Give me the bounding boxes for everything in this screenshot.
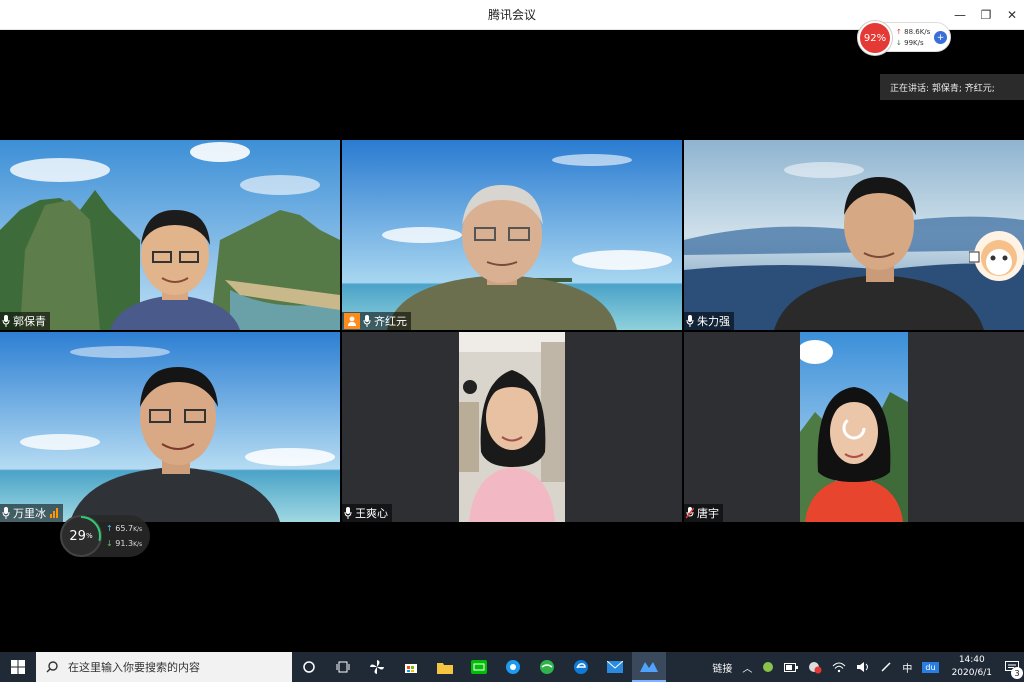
network-monitor-widget[interactable]: 92% ↑ 88.6K/s ↓ 99K/s + [857, 21, 951, 55]
participant-name-tag: 唐宇 [684, 504, 723, 522]
microphone-icon [344, 507, 352, 519]
link-label[interactable]: 链接 [707, 652, 737, 682]
gauge-rates: ↑ 65.7K/s ↓ 91.3K/s [106, 522, 142, 552]
download-rate: 99K/s [904, 39, 924, 47]
microphone-icon [2, 507, 10, 519]
video-tile[interactable]: 万里冰 [0, 332, 340, 522]
windows-logo-icon [11, 660, 25, 674]
gauge-download: 91.3 [115, 539, 134, 548]
rate-unit: K/s [133, 541, 143, 548]
security-alert-icon[interactable] [803, 652, 827, 682]
window-title: 腾讯会议 [487, 8, 536, 22]
video-tile[interactable]: 唐宇 [684, 332, 1024, 522]
participant-name-tag: 朱力强 [684, 312, 734, 330]
participant-name-tag: 王爽心 [342, 504, 392, 522]
search-placeholder: 在这里输入你要搜索的内容 [68, 661, 200, 674]
microphone-icon [363, 315, 371, 327]
participant-name-tag: 万里冰 [0, 504, 63, 522]
microphone-icon [686, 315, 694, 327]
iqiyi-icon[interactable] [462, 652, 496, 682]
restore-button[interactable]: ❐ [974, 0, 998, 30]
search-icon [46, 661, 58, 673]
baidu-ime-label: du [922, 661, 939, 673]
360-browser-icon[interactable] [530, 652, 564, 682]
participant-name-tag: 齐红元 [342, 312, 411, 330]
notification-count: 3 [1011, 667, 1023, 679]
microphone-muted-icon [686, 507, 694, 519]
store-icon[interactable] [394, 652, 428, 682]
mail-icon[interactable] [598, 652, 632, 682]
boost-icon[interactable]: + [934, 31, 947, 44]
participant-video [110, 210, 240, 330]
speaking-indicator: 正在讲话: 郭保青; 齐红元; [880, 74, 1024, 100]
wifi-icon[interactable] [827, 652, 851, 682]
video-tile[interactable]: 齐红元 [342, 140, 682, 330]
volume-icon[interactable] [851, 652, 875, 682]
participant-name: 齐红元 [374, 315, 407, 328]
edge-icon[interactable] [564, 652, 598, 682]
close-button[interactable]: ✕ [1000, 0, 1024, 30]
qq-browser-icon[interactable] [496, 652, 530, 682]
participant-name: 郭保青 [13, 315, 46, 328]
participant-video [387, 185, 617, 330]
pinwheel-app-icon[interactable] [360, 652, 394, 682]
host-badge-icon [344, 313, 360, 329]
participant-name: 万里冰 [13, 507, 46, 520]
pen-icon[interactable] [875, 652, 897, 682]
participant-video [774, 177, 984, 330]
participant-name: 唐宇 [697, 507, 719, 520]
window-controls: — ❐ ✕ [946, 0, 1024, 30]
rate-unit: K/s [133, 526, 143, 533]
gauge-arc [61, 516, 101, 556]
upload-arrow-icon: ↑ [896, 28, 902, 36]
cat-sticker-icon [969, 231, 1024, 281]
participant-name: 朱力强 [697, 315, 730, 328]
microphone-icon [2, 315, 10, 327]
participant-video [70, 367, 280, 522]
minimize-button[interactable]: — [948, 0, 972, 30]
upload-rate: 88.6K/s [904, 28, 931, 36]
signal-strength-icon [50, 508, 59, 518]
taskbar: 在这里输入你要搜索的内容 链接 ︿ 中 du 14:40 2020/6/1 3 [0, 652, 1024, 682]
task-view-icon[interactable] [326, 652, 360, 682]
chevron-up-icon[interactable]: ︿ [737, 652, 757, 682]
participant-video [459, 332, 565, 522]
system-tray: 链接 ︿ 中 du 14:40 2020/6/1 3 [707, 652, 1024, 682]
notification-center-button[interactable]: 3 [1000, 652, 1024, 682]
download-arrow-icon: ↓ [896, 39, 902, 47]
video-tile[interactable]: 王爽心 [342, 332, 682, 522]
network-rates: ↑ 88.6K/s ↓ 99K/s [896, 27, 930, 49]
participant-name: 王爽心 [355, 507, 388, 520]
clock[interactable]: 14:40 2020/6/1 [944, 654, 1000, 680]
baidu-ime-icon[interactable]: du [917, 652, 943, 682]
taskbar-search-box[interactable]: 在这里输入你要搜索的内容 [36, 652, 292, 682]
cortana-icon[interactable] [292, 652, 326, 682]
cpu-percent-badge: 92% [858, 21, 892, 55]
speed-gauge-widget[interactable]: 29% ↑ 65.7K/s ↓ 91.3K/s [60, 515, 150, 557]
upload-arrow-icon: ↑ [106, 524, 113, 533]
clock-time: 14:40 [958, 655, 985, 665]
gauge-upload: 65.7 [115, 524, 134, 533]
download-arrow-icon: ↓ [106, 539, 113, 548]
battery-icon[interactable] [779, 652, 803, 682]
tencent-meeting-taskbar-icon[interactable] [632, 652, 666, 682]
participant-video [800, 332, 908, 522]
video-tile[interactable]: 朱力强 [684, 140, 1024, 330]
tray-app-icon[interactable] [757, 652, 779, 682]
participant-name-tag: 郭保青 [0, 312, 50, 330]
file-explorer-icon[interactable] [428, 652, 462, 682]
start-button[interactable] [0, 652, 36, 682]
clock-date: 2020/6/1 [951, 668, 992, 678]
ime-indicator[interactable]: 中 [897, 652, 917, 682]
video-tile[interactable]: 郭保青 [0, 140, 340, 330]
